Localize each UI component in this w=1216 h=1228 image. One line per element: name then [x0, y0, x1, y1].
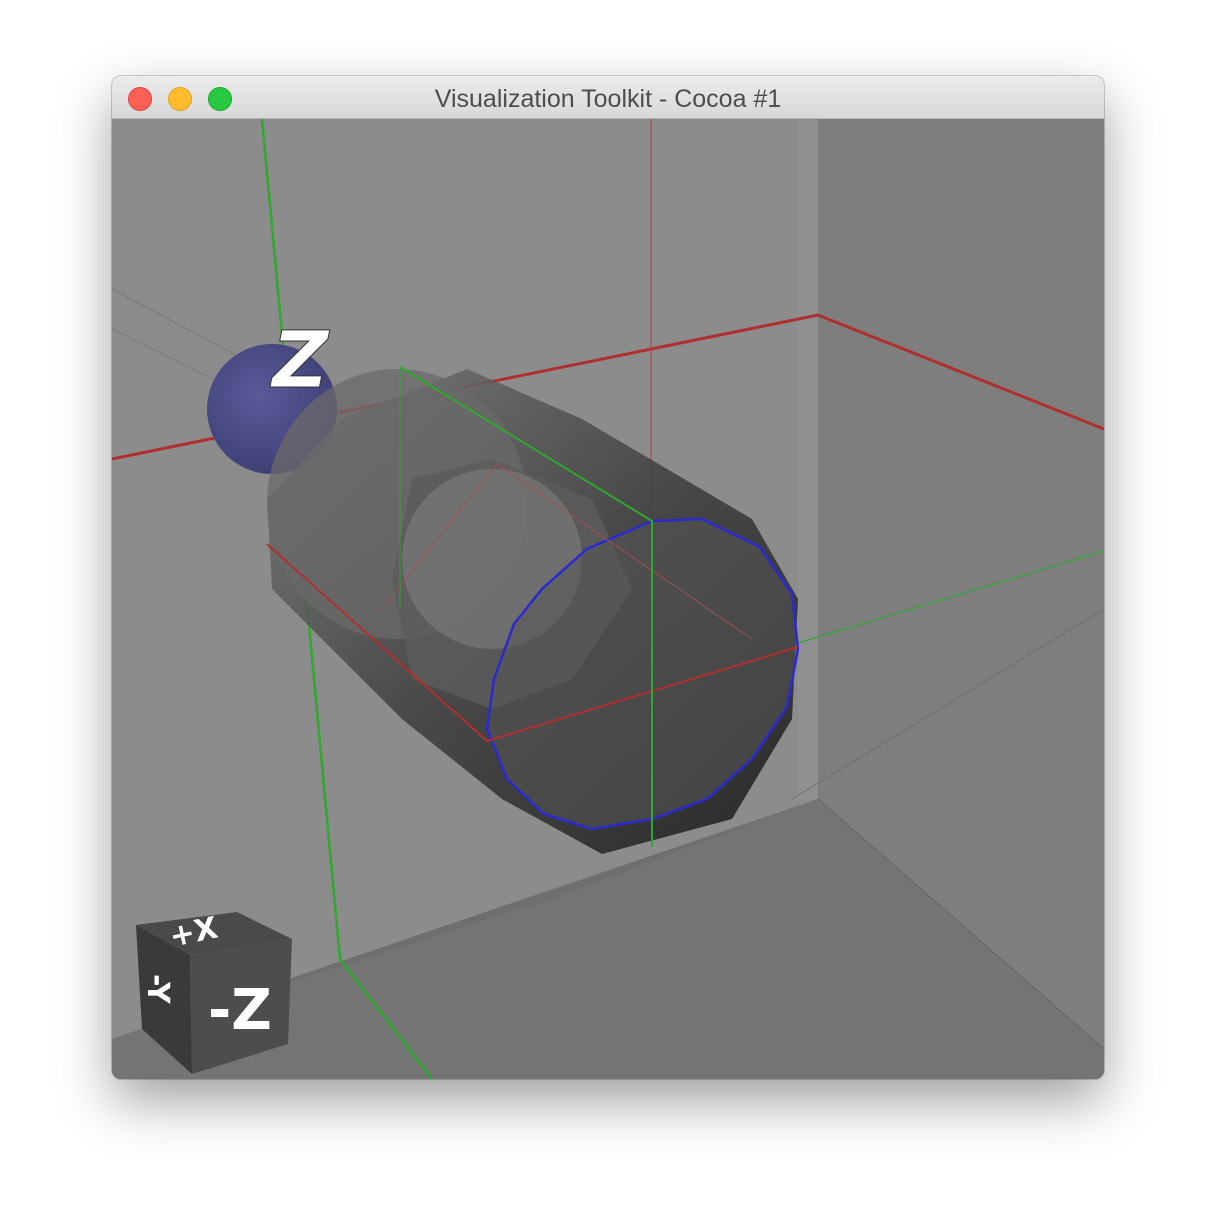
cube-front-label: -Z [208, 978, 272, 1043]
render-viewport[interactable]: Z +X -Y -Z [112, 119, 1104, 1079]
scene-svg[interactable]: Z +X -Y -Z [112, 119, 1104, 1079]
vtk-window: Visualization Toolkit - Cocoa #1 Z +X -Y… [112, 76, 1104, 1079]
z-axis-label: Z [269, 316, 330, 406]
title-bar[interactable]: Visualization Toolkit - Cocoa #1 [112, 76, 1104, 119]
window-title: Visualization Toolkit - Cocoa #1 [434, 85, 782, 113]
right-wall-inner [798, 119, 818, 799]
cube-side-label: -Y [140, 974, 175, 1005]
